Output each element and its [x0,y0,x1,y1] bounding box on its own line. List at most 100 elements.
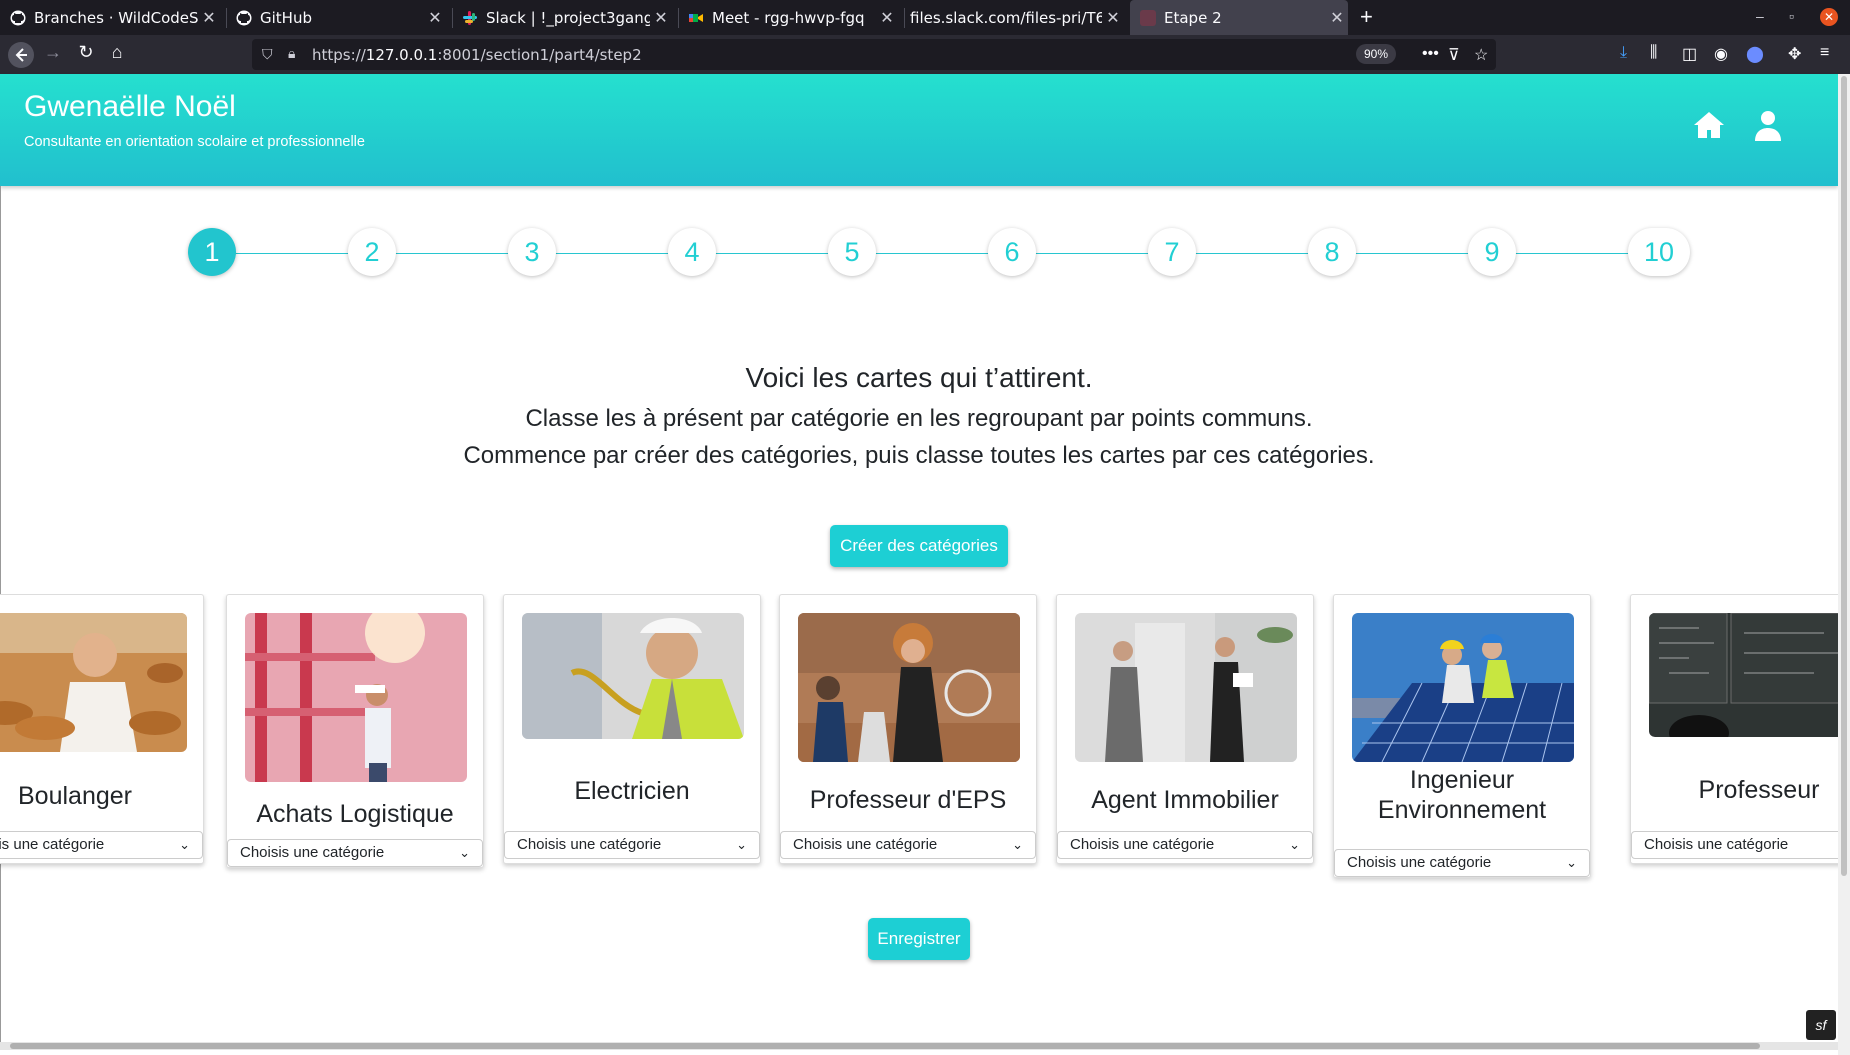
close-tab-icon[interactable]: ✕ [1326,8,1348,27]
step-8[interactable]: 8 [1308,228,1356,276]
boulanger-photo [0,613,187,752]
step-2[interactable]: 2 [348,228,396,276]
extension-icon[interactable]: ⬤ [1746,44,1764,64]
chevron-down-icon: ⌄ [1012,837,1023,852]
job-card-professeur-eps[interactable]: Professeur d'EPS Choisis une catégorie ⌄ [779,594,1037,864]
close-tab-icon[interactable]: ✕ [424,8,446,27]
job-title: Professeur [1698,776,1820,804]
close-tab-icon[interactable]: ✕ [198,8,220,27]
home-icon[interactable]: ⌂ [104,42,130,63]
library-icon[interactable]: ⫼ [1650,44,1657,62]
job-card-achats-logistique[interactable]: Achats Logistique Choisis une catégorie ⌄ [226,594,484,868]
page-icon [1140,9,1156,26]
home-icon[interactable] [1692,110,1726,145]
symfony-debug-icon[interactable]: sf [1806,1010,1836,1040]
progress-stepper: 1 2 3 4 5 6 7 8 9 10 [188,228,1696,278]
shield-icon[interactable]: ⛉ [262,46,273,63]
save-button[interactable]: Enregistrer [868,918,970,960]
step-3[interactable]: 3 [508,228,556,276]
tab-branches[interactable]: Branches · WildCodeSchool ✕ [0,0,220,35]
professeur-eps-photo [798,613,1020,762]
intro-line-3: Commence par créer des catégories, puis … [463,442,1375,469]
url-text[interactable]: https://127.0.0.1:8001/section1/part4/st… [312,46,642,64]
horizontal-scrollbar[interactable] [0,1042,1838,1050]
close-tab-icon[interactable]: ✕ [650,8,672,27]
step-4[interactable]: 4 [668,228,716,276]
job-card-electricien[interactable]: Electricien Choisis une catégorie ⌄ [503,594,761,864]
category-select[interactable]: Choisis une catégorie⌄ [1057,831,1313,859]
electricien-photo [522,613,744,739]
job-title: Achats Logistique [256,800,454,828]
job-card-boulanger[interactable]: Boulanger Choisis une catégorie ⌄ [0,594,204,864]
close-tab-icon[interactable]: ✕ [876,8,898,27]
category-select[interactable]: Choisis une catégorie ⌄ [780,831,1036,859]
tab-etape-2[interactable]: Etape 2 ✕ [1130,0,1348,35]
site-title[interactable]: Gwenaëlle Noël [24,90,236,124]
scrollbar-thumb[interactable] [10,1043,1760,1049]
url-bar[interactable]: ⛉ 🔒︎ https://127.0.0.1:8001/section1/par… [252,39,1496,70]
bookmark-star-icon[interactable]: ☆ [1474,45,1488,65]
category-select[interactable]: Choisis une catégorie⌄ [1631,831,1838,859]
scrollbar-thumb[interactable] [1841,76,1847,876]
back-icon[interactable] [8,42,34,73]
chevron-down-icon: ⌄ [459,845,470,860]
job-card-ingenieur-environnement[interactable]: Ingenieur Environnement Choisis une caté… [1333,594,1591,878]
tab-slack-files[interactable]: files.slack.com/files-pri/T6S ✕ [904,0,1124,35]
intro-heading: Voici les cartes qui t’attirent. [745,362,1093,393]
menu-icon[interactable]: ≡ [1820,44,1829,62]
select-value: Choisis une catégorie [793,836,938,853]
job-title: Ingenieur Environnement [1377,766,1547,824]
close-tab-icon[interactable]: ✕ [1102,8,1124,27]
sidebar-icon[interactable]: ◫ [1682,44,1697,64]
select-value: Choisis une catégorie [1644,836,1789,853]
pocket-icon[interactable]: ⊽ [1448,45,1460,65]
step-5[interactable]: 5 [828,228,876,276]
category-select[interactable]: Choisis une catégorie⌄ [1334,849,1590,877]
tab-github[interactable]: GitHub ✕ [226,0,446,35]
step-1[interactable]: 1 [188,228,236,276]
tab-title: Meet - rgg-hwvp-fgq [712,8,865,27]
step-10[interactable]: 10 [1628,228,1690,276]
step-7[interactable]: 7 [1148,228,1196,276]
account-icon[interactable]: ◉ [1714,44,1728,64]
new-tab-icon[interactable]: + [1360,4,1373,30]
slack-icon [462,10,478,26]
category-select[interactable]: Choisis une catégorie⌄ [0,831,203,859]
reload-icon[interactable]: ↻ [73,42,99,63]
step-6[interactable]: 6 [988,228,1036,276]
meet-icon [688,10,704,26]
site-header: Gwenaëlle Noël Consultante en orientatio… [0,74,1838,186]
job-card-agent-immobilier[interactable]: Agent Immobilier Choisis une catégorie ⌄ [1056,594,1314,864]
tab-title: Slack | !_project3gang | W [486,8,650,27]
job-title: Agent Immobilier [1091,786,1279,814]
tab-slack[interactable]: Slack | !_project3gang | W ✕ [452,0,672,35]
select-value: Choisis une catégorie [1347,854,1492,871]
tab-title: Etape 2 [1164,8,1222,27]
forward-icon[interactable]: → [40,42,66,63]
professeur-photo [1649,613,1838,737]
extensions-puzzle-icon[interactable]: ✥ [1788,44,1801,64]
category-select[interactable]: Choisis une catégorie⌄ [504,831,760,859]
url-prefix: https:// [312,46,366,64]
vertical-scrollbar[interactable] [1838,74,1850,1055]
tab-meet[interactable]: Meet - rgg-hwvp-fgq ✕ [678,0,898,35]
github-icon [236,10,252,26]
window-close-icon[interactable]: ✕ [1820,8,1838,26]
job-card-professeur[interactable]: Professeur Choisis une catégorie⌄ [1630,594,1838,864]
category-select[interactable]: Choisis une catégorie ⌄ [227,839,483,867]
create-categories-button[interactable]: Créer des catégories [830,525,1008,567]
stepper-line [212,253,1672,254]
browser-nav-bar: → ↻ ⌂ ⛉ 🔒︎ https://127.0.0.1:8001/sectio… [0,35,1850,74]
minimize-icon[interactable]: – [1756,8,1764,24]
chevron-down-icon: ⌄ [1289,837,1300,852]
zoom-indicator[interactable]: 90% [1356,44,1397,64]
chevron-down-icon: ⌄ [179,837,190,852]
download-icon[interactable]: ⤓ [1620,44,1627,62]
user-icon[interactable] [1754,110,1782,147]
lock-icon[interactable]: 🔒︎ [288,45,295,62]
select-value: Choisis une catégorie [240,844,385,861]
more-actions-icon[interactable]: ••• [1422,45,1439,63]
step-9[interactable]: 9 [1468,228,1516,276]
restore-icon[interactable]: ▫ [1789,8,1794,24]
github-icon [10,10,26,26]
